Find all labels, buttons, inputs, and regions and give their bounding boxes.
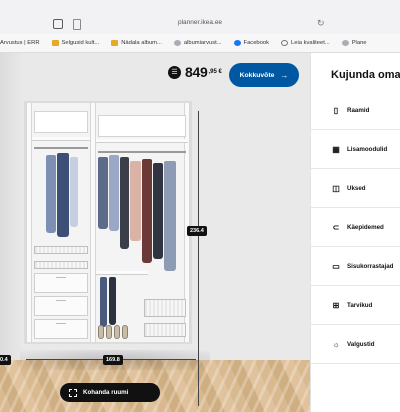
globe-icon <box>281 40 289 46</box>
facebook-icon <box>233 40 241 46</box>
clothes-rail <box>98 151 186 153</box>
bookmark-item[interactable]: Arvustus | ERR <box>0 40 40 46</box>
folder-icon <box>111 40 119 46</box>
address-bar[interactable]: planner.ikea.ee <box>0 19 400 26</box>
bookmark-label: albumiarvust... <box>183 40 222 46</box>
bookmarks-bar: Arvustus | ERR Selgusid kult... Nädala a… <box>0 34 400 53</box>
resize-icon <box>69 388 77 397</box>
design-panel: Kujunda oma ▯ Raamid ▦ Lisamoodulid ◫ Uk… <box>310 53 400 412</box>
room-3d-viewport[interactable]: 236.4 169.8 60.4 <box>0 53 310 412</box>
wall <box>0 53 24 360</box>
bookmark-item[interactable]: Selgusid kult... <box>51 40 100 46</box>
summary-button-label: Kokkuvõte <box>239 71 275 79</box>
menu-item-label: Sisukorrastajad <box>347 262 394 270</box>
wire-basket[interactable] <box>34 246 88 254</box>
shoe-shelf[interactable] <box>144 299 186 317</box>
menu-item-modules[interactable]: ▦ Lisamoodulid <box>311 130 400 169</box>
bookmark-item[interactable]: Leia kvaliteet... <box>281 40 330 46</box>
list-icon[interactable]: ☰ <box>168 65 181 79</box>
menu-item-frames[interactable]: ▯ Raamid <box>311 91 400 130</box>
bookmark-label: Nädala album... <box>121 40 162 46</box>
adjust-room-label: Kohanda ruumi <box>83 389 129 396</box>
trousers <box>100 277 107 327</box>
shelf <box>96 271 148 275</box>
height-dimension-line <box>198 111 199 406</box>
handle-icon: ⊂ <box>332 222 340 232</box>
price-display: ☰ 849 ,95 € <box>168 64 222 80</box>
light-icon: ☼ <box>332 339 340 349</box>
bookmark-label: Selgusid kult... <box>61 40 100 46</box>
menu-item-label: Valgustid <box>347 340 375 348</box>
shelf <box>32 137 90 141</box>
shelf <box>96 139 188 143</box>
site-icon <box>173 40 181 46</box>
shoe <box>106 325 112 339</box>
adjust-room-button[interactable]: Kohanda ruumi <box>60 383 160 402</box>
coat <box>153 163 163 259</box>
height-dimension-label: 236.4 <box>187 226 207 236</box>
clothes-rail <box>34 147 88 149</box>
menu-item-organizers[interactable]: ▭ Sisukorrastajad <box>311 247 400 286</box>
menu-item-label: Tarvikud <box>347 301 373 309</box>
modules-icon: ▦ <box>332 144 340 154</box>
width-dimension-label: 169.8 <box>103 355 123 365</box>
bookmark-item[interactable]: Plane <box>341 40 367 46</box>
bookmark-label: Arvustus | ERR <box>0 40 40 46</box>
menu-item-label: Lisamoodulid <box>347 145 388 153</box>
menu-item-handles[interactable]: ⊂ Käepidemed <box>311 208 400 247</box>
trousers <box>109 277 116 325</box>
menu-item-lighting[interactable]: ☼ Valgustid <box>311 325 400 364</box>
panel-title: Kujunda oma <box>331 69 400 81</box>
bookmark-item[interactable]: albumiarvust... <box>173 40 222 46</box>
shirt <box>109 155 119 231</box>
menu-item-label: Raamid <box>347 106 370 114</box>
menu-item-label: Uksed <box>347 184 366 192</box>
shirt <box>70 157 78 227</box>
bookmark-label: Leia kvaliteet... <box>291 40 330 46</box>
reload-icon[interactable]: ↻ <box>317 18 325 29</box>
dress <box>130 161 141 241</box>
bookmark-item[interactable]: Facebook <box>233 40 270 46</box>
storage-box[interactable] <box>98 115 186 137</box>
wire-basket[interactable] <box>34 261 88 269</box>
drawer[interactable] <box>34 296 88 316</box>
wardrobe-model[interactable] <box>24 101 192 344</box>
shoe <box>122 325 128 339</box>
drawer[interactable] <box>34 319 88 339</box>
bookmark-label: Plane <box>351 40 367 46</box>
price-cents: ,95 € <box>208 69 222 75</box>
shoe <box>98 325 104 339</box>
depth-dimension-label: 60.4 <box>0 355 11 365</box>
folder-icon <box>51 40 59 46</box>
shirt <box>98 157 108 229</box>
bookmark-label: Facebook <box>243 40 270 46</box>
door-icon: ◫ <box>332 183 340 193</box>
drawer[interactable] <box>34 273 88 293</box>
jacket <box>120 157 129 249</box>
browser-toolbar: planner.ikea.ee ↻ <box>0 0 400 34</box>
dress <box>164 161 176 271</box>
frame-icon: ▯ <box>333 105 339 115</box>
arrow-right-icon: → <box>280 70 289 80</box>
bookmark-item[interactable]: Nädala album... <box>111 40 162 46</box>
storage-box[interactable] <box>34 111 88 133</box>
menu-item-label: Käepidemed <box>347 223 384 231</box>
accessories-icon: ⊞ <box>332 300 340 310</box>
price-amount: 849 <box>185 64 208 80</box>
menu-item-doors[interactable]: ◫ Uksed <box>311 169 400 208</box>
shoe-shelf[interactable] <box>144 323 186 337</box>
site-icon <box>341 40 349 46</box>
menu-item-accessories[interactable]: ⊞ Tarvikud <box>311 286 400 325</box>
shoe <box>114 325 120 339</box>
organizer-icon: ▭ <box>332 261 340 271</box>
shirt <box>46 155 56 233</box>
summary-button[interactable]: Kokkuvõte → <box>229 63 299 87</box>
coat <box>142 159 152 263</box>
shirt <box>57 153 69 237</box>
